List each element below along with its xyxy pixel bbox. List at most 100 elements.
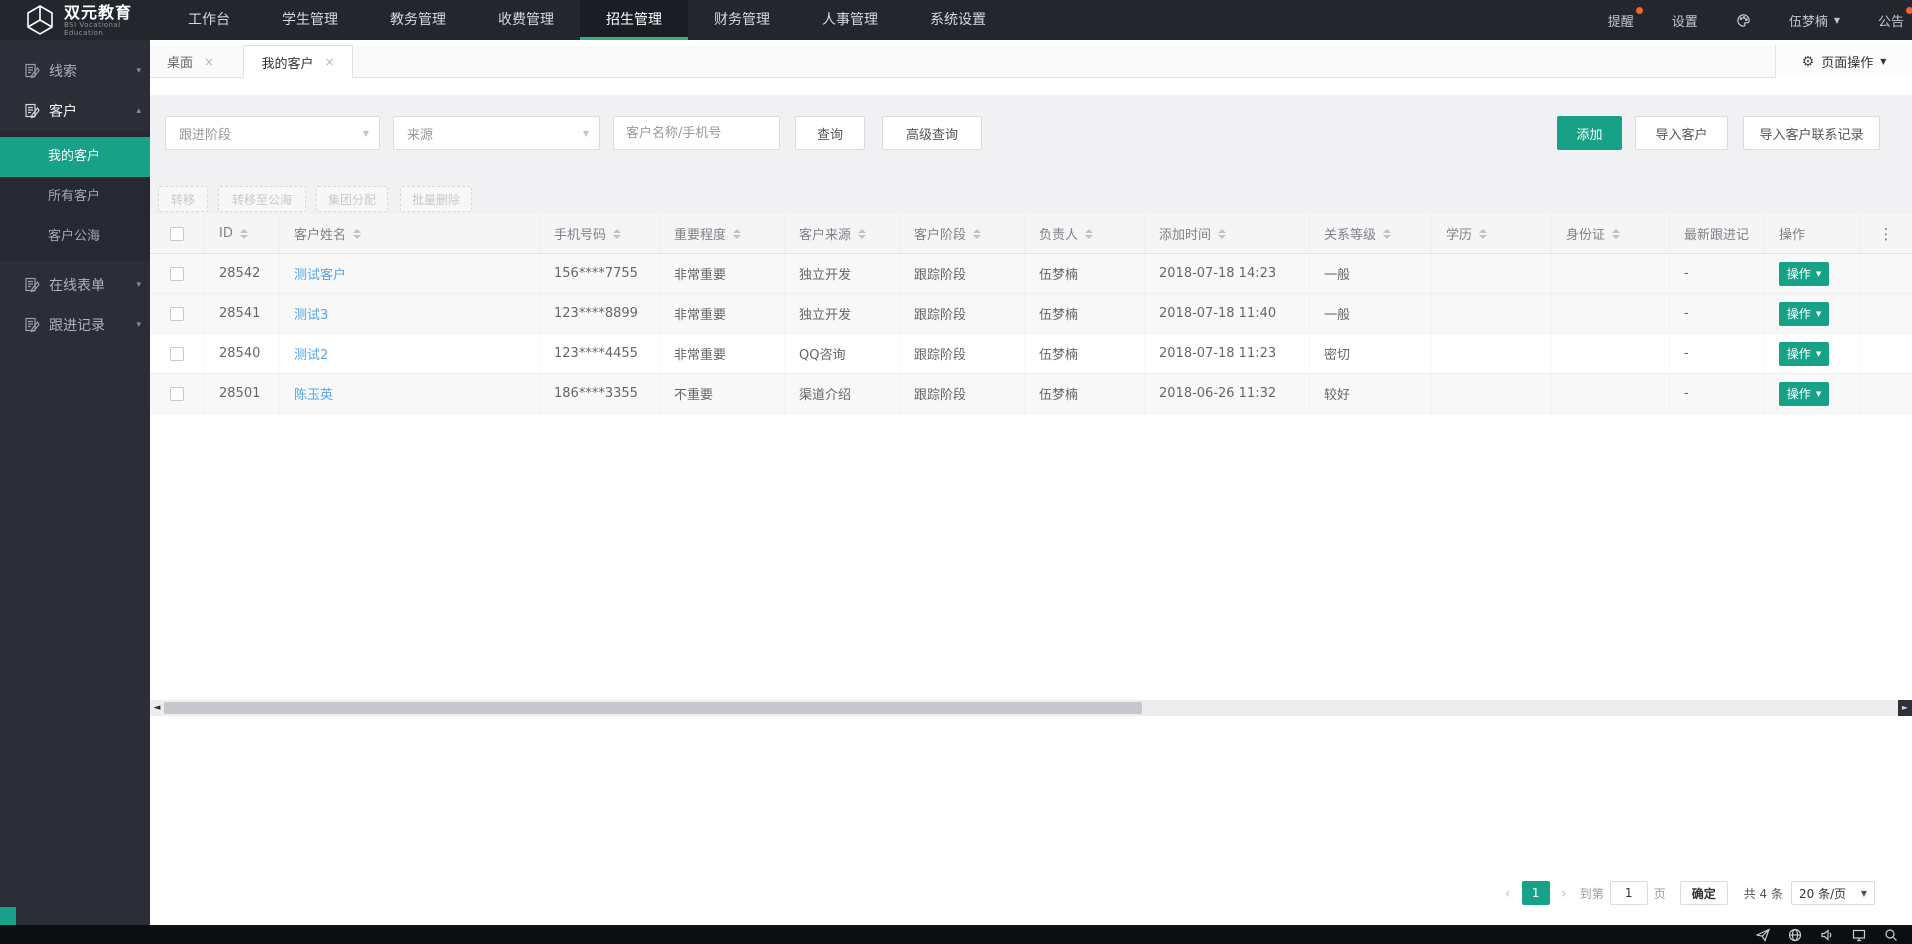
- customer-name-link[interactable]: 测试3: [294, 304, 328, 323]
- row-checkbox[interactable]: [170, 266, 184, 281]
- display-icon[interactable]: [1852, 928, 1866, 942]
- select-all-checkbox[interactable]: [170, 226, 184, 241]
- sort-icon[interactable]: [613, 228, 622, 239]
- confirm-button[interactable]: 确定: [1679, 881, 1728, 905]
- sidebar-item-label: 跟进记录: [49, 318, 105, 334]
- row-checkbox[interactable]: [170, 386, 184, 401]
- advanced-query-button[interactable]: 高级查询: [882, 116, 982, 150]
- scroll-left-arrow-icon[interactable]: ◄: [150, 700, 164, 716]
- paper-plane-icon[interactable]: [1756, 927, 1770, 942]
- column-header-relation[interactable]: 关系等级: [1310, 214, 1432, 253]
- sort-icon[interactable]: [858, 228, 867, 239]
- nav-student-mgmt[interactable]: 学生管理: [256, 0, 364, 40]
- sidebar-item-online-forms[interactable]: 在线表单 ▾: [0, 265, 150, 305]
- search-icon[interactable]: [1884, 928, 1898, 942]
- transfer-to-pool-button[interactable]: 转移至公海: [218, 186, 306, 212]
- tab-desktop[interactable]: 桌面 ×: [167, 45, 214, 78]
- sidebar-item-all-customers[interactable]: 所有客户: [0, 177, 150, 217]
- brand-logo-area[interactable]: 双元教育 BSI Vocational Education: [0, 0, 160, 40]
- nav-workbench[interactable]: 工作台: [162, 0, 256, 40]
- nav-finance-mgmt[interactable]: 财务管理: [688, 0, 796, 40]
- close-icon[interactable]: ×: [204, 55, 214, 69]
- sort-icon[interactable]: [733, 228, 742, 239]
- import-customers-button[interactable]: 导入客户: [1635, 116, 1728, 150]
- row-checkbox[interactable]: [170, 346, 184, 361]
- sidebar-item-followup-records[interactable]: 跟进记录 ▾: [0, 305, 150, 345]
- row-action-button[interactable]: 操作 ▼: [1779, 341, 1829, 366]
- nav-enrollment-mgmt[interactable]: 招生管理: [580, 0, 688, 40]
- close-icon[interactable]: ×: [324, 55, 334, 69]
- batch-delete-button[interactable]: 批量删除: [400, 186, 472, 212]
- sidebar-item-customers[interactable]: 客户 ▴: [0, 91, 150, 131]
- import-contact-records-button[interactable]: 导入客户联系记录: [1743, 116, 1880, 150]
- sidebar-corner-chip[interactable]: [0, 907, 16, 925]
- customer-name-link[interactable]: 测试2: [294, 344, 328, 363]
- column-header-latest-record[interactable]: 最新跟进记: [1670, 214, 1765, 253]
- scrollbar-thumb[interactable]: [164, 702, 1142, 714]
- goto-page-input[interactable]: [1609, 881, 1648, 905]
- sort-icon[interactable]: [973, 228, 982, 239]
- sort-icon[interactable]: [1218, 228, 1227, 239]
- next-page-button[interactable]: ›: [1554, 884, 1574, 902]
- query-button[interactable]: 查询: [795, 116, 865, 150]
- page-number-button[interactable]: 1: [1521, 881, 1550, 905]
- row-action-button[interactable]: 操作 ▼: [1779, 301, 1829, 326]
- followup-stage-select[interactable]: 跟进阶段 ▼: [165, 116, 380, 150]
- column-header-education[interactable]: 学历: [1432, 214, 1552, 253]
- keyword-input[interactable]: [613, 116, 780, 150]
- sort-icon[interactable]: [1479, 228, 1488, 239]
- column-header-id-card[interactable]: 身份证: [1552, 214, 1670, 253]
- sidebar-item-my-customers[interactable]: 我的客户: [0, 137, 150, 177]
- tab-my-customers[interactable]: 我的客户 ×: [243, 45, 353, 78]
- row-action-button[interactable]: 操作 ▼: [1779, 381, 1829, 406]
- nav-academic-mgmt[interactable]: 教务管理: [364, 0, 472, 40]
- row-action-button[interactable]: 操作 ▼: [1779, 261, 1829, 286]
- column-header-phone[interactable]: 手机号码: [540, 214, 660, 253]
- sort-icon[interactable]: [1612, 228, 1621, 239]
- group-assign-button[interactable]: 集团分配: [316, 186, 388, 212]
- column-header-added-time[interactable]: 添加时间: [1145, 214, 1310, 253]
- volume-icon[interactable]: [1820, 928, 1834, 942]
- column-header-source[interactable]: 客户来源: [785, 214, 900, 253]
- form-icon: [25, 277, 40, 293]
- sort-icon[interactable]: [239, 228, 248, 239]
- source-select[interactable]: 来源 ▼: [393, 116, 600, 150]
- announcement-menu[interactable]: 公告: [1878, 6, 1912, 30]
- nav-fee-mgmt[interactable]: 收费管理: [472, 0, 580, 40]
- sort-icon[interactable]: [353, 228, 362, 239]
- column-header-id[interactable]: ID: [205, 214, 280, 253]
- palette-icon: [1737, 13, 1750, 27]
- page-size-select[interactable]: 20 条/页 ▼: [1791, 881, 1875, 905]
- horizontal-scrollbar[interactable]: ◄ ►: [150, 700, 1912, 716]
- nav-hr-mgmt[interactable]: 人事管理: [796, 0, 904, 40]
- prev-page-button[interactable]: ‹: [1498, 884, 1518, 902]
- transfer-button[interactable]: 转移: [158, 186, 208, 212]
- spacer-cell: [1860, 294, 1912, 333]
- column-header-owner[interactable]: 负责人: [1025, 214, 1145, 253]
- notice-menu[interactable]: 提醒: [1608, 6, 1643, 30]
- row-checkbox[interactable]: [170, 306, 184, 321]
- nav-system-settings[interactable]: 系统设置: [904, 0, 1012, 40]
- column-header-name[interactable]: 客户姓名: [280, 214, 540, 253]
- settings-menu[interactable]: 设置: [1672, 11, 1698, 30]
- theme-palette-button[interactable]: [1736, 13, 1751, 28]
- user-menu[interactable]: 伍梦楠 ▼: [1789, 11, 1840, 30]
- page-actions-button[interactable]: ⚙ 页面操作 ▼: [1775, 45, 1912, 78]
- column-header-importance[interactable]: 重要程度: [660, 214, 785, 253]
- education-cell: [1432, 334, 1552, 373]
- scroll-right-arrow-icon[interactable]: ►: [1898, 700, 1912, 716]
- column-label: 客户阶段: [914, 228, 967, 243]
- column-label: ID: [219, 226, 233, 241]
- sidebar-item-clues[interactable]: 线索 ▾: [0, 51, 150, 91]
- sidebar-item-customer-pool[interactable]: 客户公海: [0, 217, 150, 257]
- column-header-stage[interactable]: 客户阶段: [900, 214, 1025, 253]
- chevron-down-icon: ▼: [1815, 349, 1822, 358]
- sort-icon[interactable]: [1085, 228, 1094, 239]
- sort-icon[interactable]: [1383, 228, 1392, 239]
- customer-name-link[interactable]: 测试客户: [294, 264, 346, 283]
- add-button[interactable]: 添加: [1557, 116, 1622, 150]
- ellipsis-vertical-icon[interactable]: ⋮: [1879, 225, 1894, 243]
- globe-icon[interactable]: [1788, 928, 1802, 942]
- form-icon: [25, 103, 40, 119]
- customer-name-link[interactable]: 陈玉英: [294, 384, 333, 403]
